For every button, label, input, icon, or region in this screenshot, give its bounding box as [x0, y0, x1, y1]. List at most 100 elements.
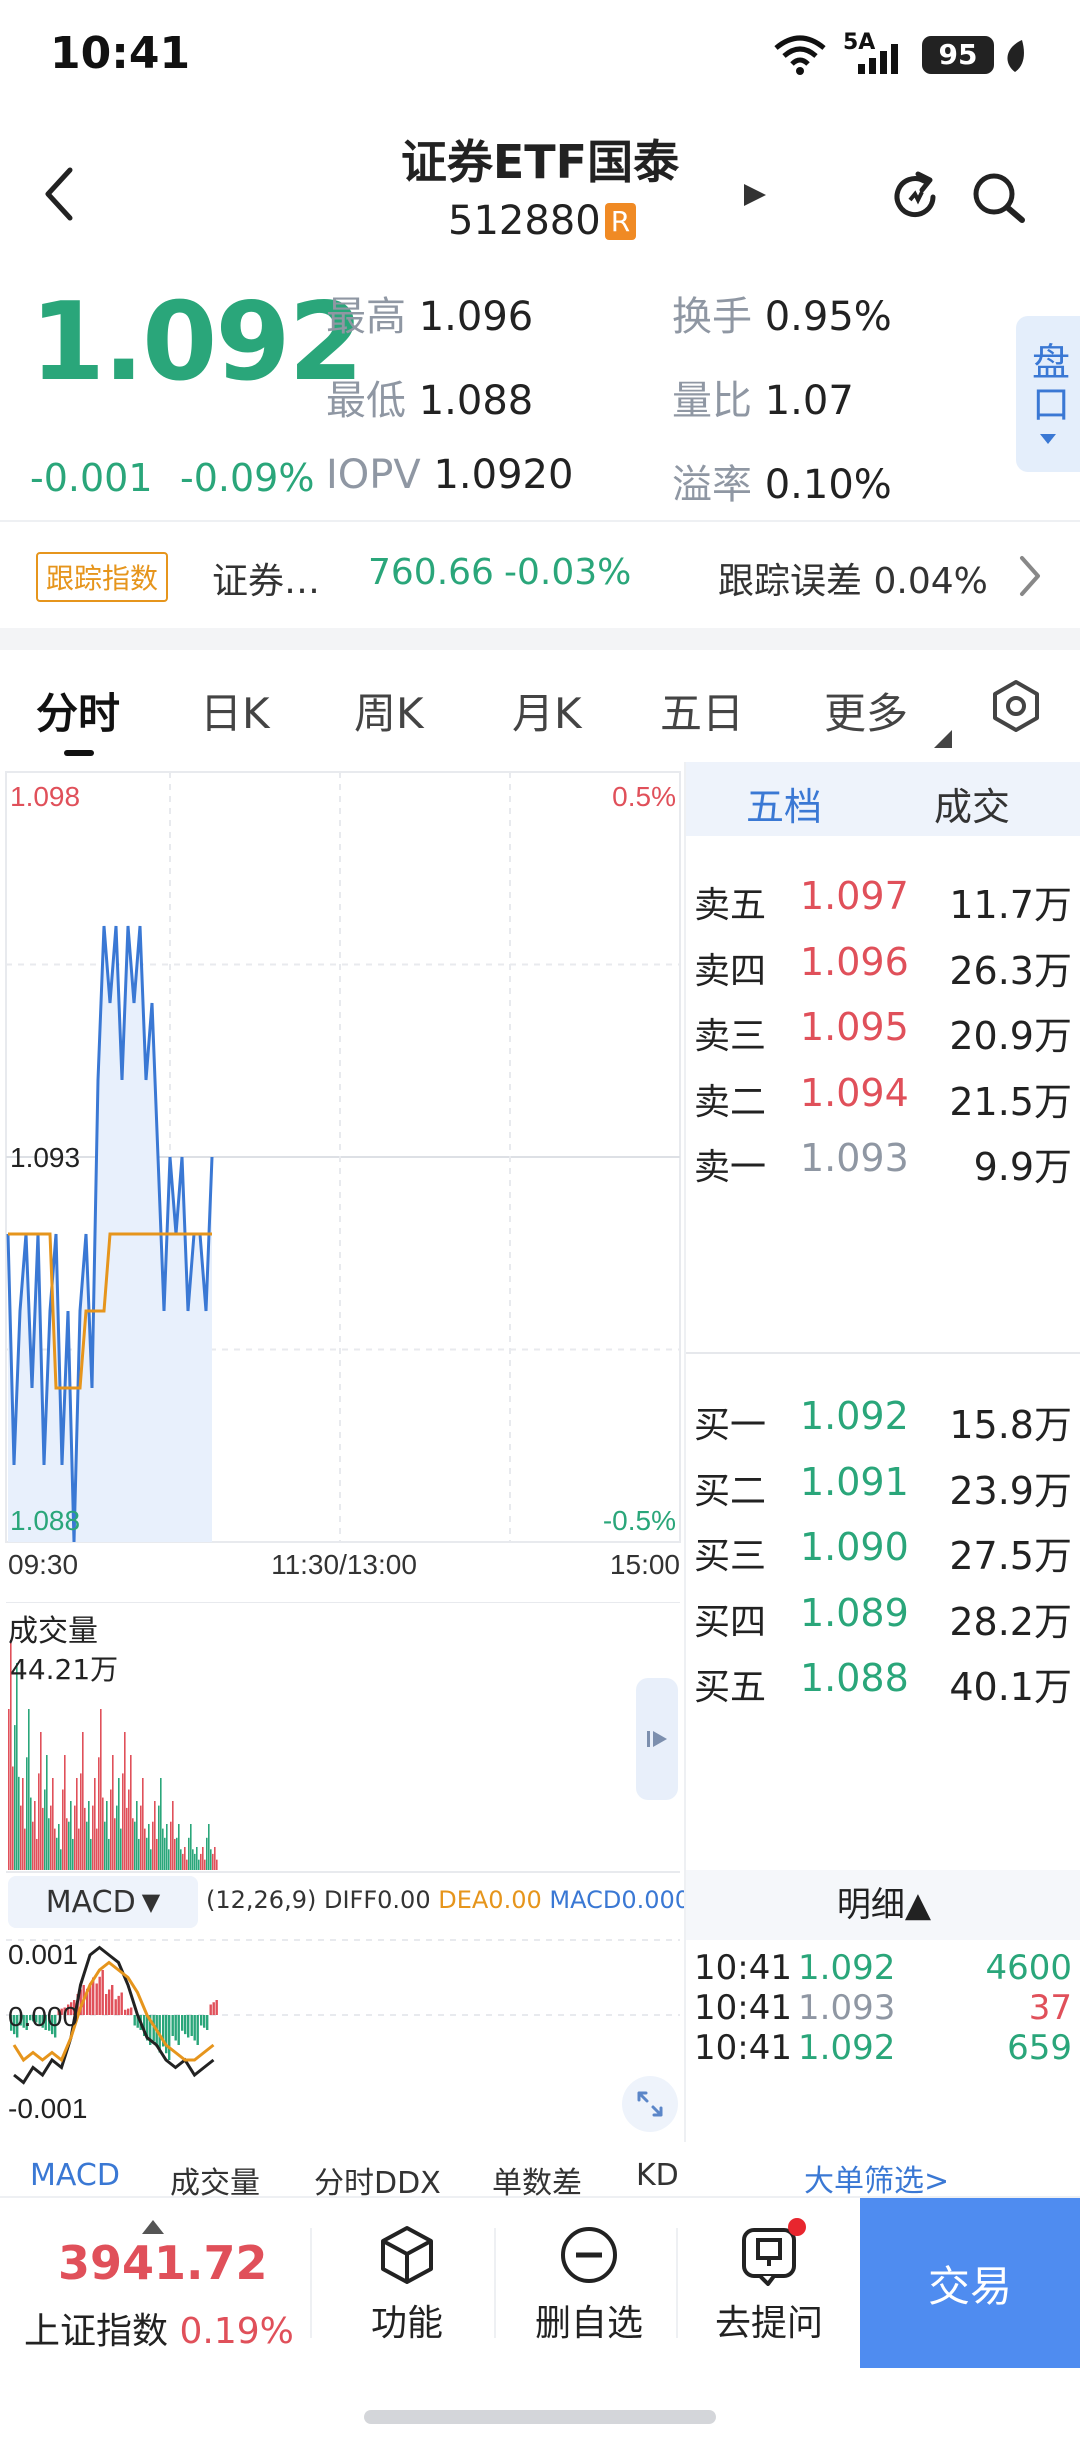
index-name: 上证指数 [24, 2311, 169, 2352]
refresh-icon[interactable] [888, 170, 942, 224]
volume-bar [134, 1821, 136, 1870]
ask-row[interactable]: 卖五 1.097 11.7万 [686, 862, 1080, 932]
volume-bar [136, 1801, 138, 1870]
tab-week-k[interactable]: 周K [354, 680, 424, 741]
order-price: 1.089 [800, 1590, 909, 1635]
trade-time: 10:41 [694, 1988, 792, 2028]
ask-row[interactable]: 卖四 1.096 26.3万 [686, 928, 1080, 998]
volume-bar [20, 1805, 22, 1870]
collapse-panel-button[interactable] [636, 1678, 678, 1800]
order-price: 1.094 [800, 1070, 909, 1115]
indicator-tab-kd[interactable]: KD [636, 2158, 679, 2193]
order-level-label: 买四 [694, 1601, 767, 1643]
order-level-label: 卖二 [694, 1081, 767, 1123]
remove-watchlist-label: 删自选 [534, 2303, 643, 2344]
y-mid-label: 1.093 [10, 1142, 80, 1173]
tab-five-levels[interactable]: 五档 [746, 776, 822, 831]
detail-header[interactable]: 明细▲ [686, 1870, 1080, 1940]
tracking-name: 证券… [212, 561, 321, 602]
volume-bar [52, 1778, 54, 1870]
search-icon[interactable] [970, 170, 1030, 226]
volume-bar [178, 1824, 180, 1870]
macd-dropdown[interactable]: MACD ▼ [8, 1876, 198, 1928]
macd-hist-bar [190, 2015, 193, 2036]
macd-hist-bar [174, 2015, 177, 2041]
big-order-filter-link[interactable]: 大单筛选> [804, 2156, 949, 2200]
ask-row[interactable]: 卖三 1.095 20.9万 [686, 993, 1080, 1063]
intraday-chart[interactable]: 1.098 0.5% 1.093 1.088 -0.5% 09:30 11:30/13:00… [0, 762, 684, 1582]
security-code: 512880 R [448, 196, 637, 246]
volume-bar [36, 1838, 38, 1870]
macd-axis-top: 0.001 [8, 1939, 78, 1970]
bid-row[interactable]: 买四 1.089 28.2万 [686, 1579, 1080, 1649]
bid-row[interactable]: 买五 1.088 40.1万 [686, 1644, 1080, 1714]
volume-bar [64, 1755, 66, 1870]
remove-watchlist-button[interactable]: 删自选 [500, 2198, 678, 2368]
volume-bar [90, 1838, 92, 1870]
volume-label: 成交量 [8, 1614, 98, 1649]
fullscreen-button[interactable] [622, 2076, 678, 2132]
volume-bar [58, 1824, 60, 1870]
volume-bar [184, 1847, 186, 1870]
volume-bar [88, 1801, 90, 1870]
bid-row[interactable]: 买一 1.092 15.8万 [686, 1382, 1080, 1452]
macd-hist-bar [212, 2002, 215, 2015]
order-volume: 20.9万 [949, 1014, 1072, 1058]
volume-bar [150, 1849, 152, 1870]
volume-bar [156, 1838, 158, 1870]
volume-bar [214, 1847, 216, 1870]
macd-hist-bar [200, 2015, 203, 2026]
tab-trades[interactable]: 成交 [934, 776, 1010, 831]
back-icon[interactable] [40, 164, 80, 224]
bid-row[interactable]: 买二 1.091 23.9万 [686, 1448, 1080, 1518]
order-level-label: 卖一 [694, 1147, 767, 1188]
orderbook-panel: 五档 成交 卖五 1.097 11.7万 卖四 1.096 26.3万 卖三 1.095 20.… [684, 762, 1080, 2199]
chevron-right-icon[interactable] [1018, 554, 1042, 598]
chart-tabs: 分时 日K 周K 月K 五日 更多 [0, 650, 1080, 758]
macd-hist-bar [124, 2009, 127, 2015]
volume-bar [74, 1805, 76, 1870]
ask-row[interactable]: 卖一 1.093 9.9万 [686, 1124, 1080, 1194]
r-badge: R [604, 202, 637, 240]
section-gap [0, 628, 1080, 650]
volume-bar [152, 1821, 154, 1870]
order-volume: 27.5万 [949, 1534, 1072, 1578]
macd-chart[interactable]: 0.001 0.000 -0.001 [0, 1930, 684, 2130]
vol-ratio-value: 1.07 [764, 378, 854, 424]
macd-hist-bar [120, 1992, 123, 2015]
bid-row[interactable]: 买三 1.090 27.5万 [686, 1513, 1080, 1583]
orderbook-header: 五档 成交 [686, 762, 1080, 836]
next-stock-icon[interactable] [740, 180, 770, 210]
tab-fenshi[interactable]: 分时 [36, 680, 120, 741]
ask-row[interactable]: 卖二 1.094 21.5万 [686, 1059, 1080, 1129]
pankou-button[interactable]: 盘口 [1016, 316, 1080, 472]
volume-bar [142, 1778, 144, 1870]
macd-hist-bar [196, 2015, 199, 2045]
quote-turnover: 换手 0.95% [672, 284, 892, 342]
volume-bar [22, 1778, 24, 1870]
index-widget[interactable]: 3941.72 上证指数 0.19% [0, 2198, 310, 2398]
tab-five-day[interactable]: 五日 [660, 680, 744, 741]
volume-chart[interactable] [0, 1602, 684, 1874]
volume-bar [50, 1805, 52, 1870]
settings-icon[interactable] [988, 678, 1044, 734]
macd-hist-bar [127, 2008, 130, 2015]
tab-month-k[interactable]: 月K [512, 680, 582, 741]
macd-dea-label: DEA0.00 [438, 1886, 542, 1914]
function-button[interactable]: 功能 [318, 2198, 496, 2368]
ask-question-button[interactable]: 去提问 [680, 2198, 858, 2368]
tracking-row[interactable]: 跟踪指数 证券… 760.66 -0.03% 跟踪误差 0.04% [0, 540, 1080, 612]
premium-value: 0.10% [764, 462, 892, 508]
volume-bar [24, 1828, 26, 1870]
turnover-value: 0.95% [764, 294, 892, 340]
caret-down-icon [1040, 434, 1056, 444]
tab-day-k[interactable]: 日K [200, 680, 270, 741]
tab-more[interactable]: 更多 [824, 680, 908, 741]
volume-bar [106, 1801, 108, 1870]
volume-bar [132, 1818, 134, 1870]
indicator-tab-macd[interactable]: MACD [30, 2158, 120, 2193]
volume-max-label: 44.21万 [10, 1653, 119, 1686]
trade-button[interactable]: 交易 [860, 2198, 1080, 2368]
trade-price: 1.093 [798, 1988, 896, 2028]
volume-bar [96, 1828, 98, 1870]
